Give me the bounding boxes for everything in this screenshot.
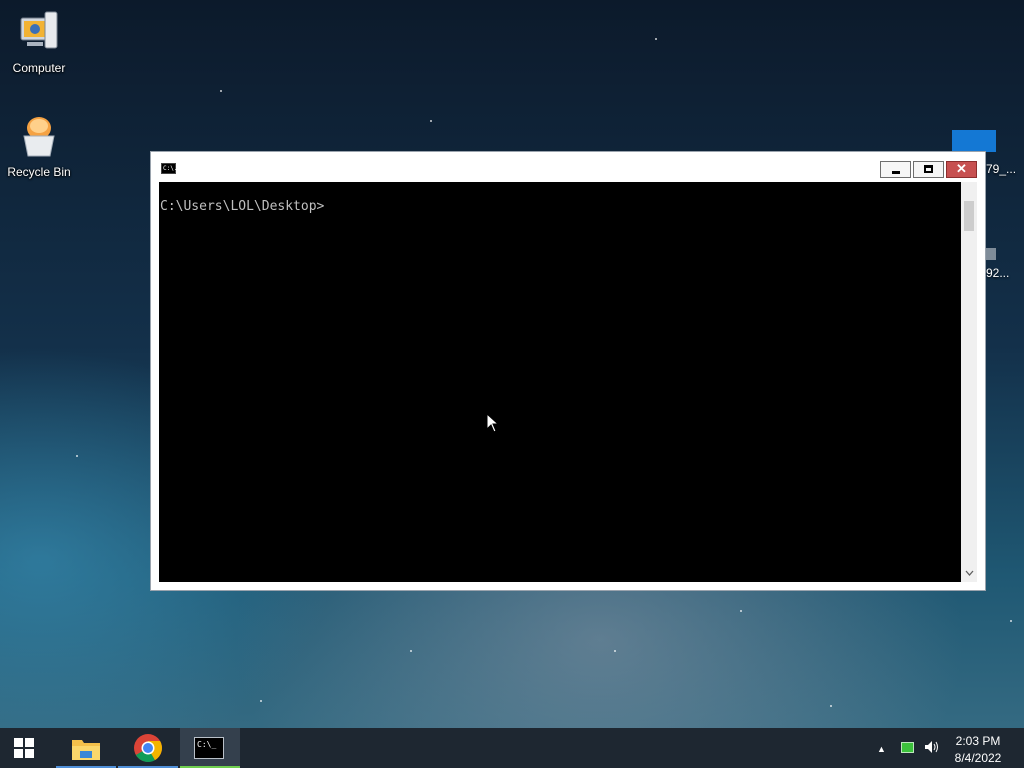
- desktop-icon-label: Computer: [12, 61, 66, 75]
- system-clock[interactable]: 2:03 PM 8/4/2022: [948, 733, 1008, 767]
- desktop-icon-partial-1[interactable]: 79_...: [952, 130, 1016, 176]
- console-prompt: C:\Users\LOL\Desktop>: [160, 199, 325, 214]
- recycle-bin-icon: [23, 117, 55, 157]
- console-area[interactable]: C:\Users\LOL\Desktop>: [159, 182, 961, 582]
- show-hidden-icons-button[interactable]: ▲: [877, 744, 886, 754]
- cmd-icon: C:\_: [194, 737, 224, 759]
- desktop-icon-label: Recycle Bin: [7, 165, 71, 179]
- close-icon: ✕: [956, 161, 967, 176]
- scroll-down-button[interactable]: [961, 566, 977, 582]
- desktop-icon-label: 79_...: [986, 162, 1017, 176]
- taskbar: C:\_: [0, 728, 1024, 768]
- scroll-thumb[interactable]: [964, 201, 974, 231]
- start-button[interactable]: [14, 738, 36, 758]
- maximize-icon: [924, 165, 933, 173]
- minimize-button[interactable]: [880, 161, 911, 178]
- vertical-scrollbar[interactable]: [961, 182, 977, 582]
- desktop-icon-recycle-bin[interactable]: Recycle Bin: [1, 114, 77, 179]
- desktop-icon-label: 92...: [986, 266, 1010, 280]
- file-icon: [986, 248, 996, 260]
- file-explorer-icon: [72, 740, 100, 760]
- chrome-icon: [134, 734, 162, 762]
- taskbar-item-cmd[interactable]: C:\_: [180, 728, 240, 768]
- minimize-icon: [892, 171, 900, 174]
- mouse-cursor-icon: [486, 413, 500, 433]
- volume-icon[interactable]: [924, 740, 940, 757]
- cmd-icon: C:\.: [161, 163, 178, 174]
- close-button[interactable]: ✕: [946, 161, 977, 178]
- desktop-icon-computer[interactable]: Computer: [1, 8, 77, 75]
- computer-icon: [20, 11, 58, 49]
- title-bar[interactable]: C:\. ✕: [151, 152, 985, 182]
- taskbar-item-chrome[interactable]: [118, 728, 178, 768]
- file-icon: [952, 130, 996, 152]
- clock-date: 8/4/2022: [954, 751, 1002, 765]
- clock-time: 2:03 PM: [955, 734, 1001, 748]
- taskbar-item-file-explorer[interactable]: [56, 728, 116, 768]
- chevron-down-icon: [965, 570, 973, 576]
- cmd-window[interactable]: C:\. ✕ C:\Users\LOL\Desktop>: [150, 151, 986, 591]
- scroll-up-button[interactable]: [961, 182, 977, 198]
- desktop-icon-partial-2[interactable]: 92...: [986, 248, 1009, 280]
- network-icon[interactable]: [901, 742, 914, 753]
- maximize-button[interactable]: [913, 161, 944, 178]
